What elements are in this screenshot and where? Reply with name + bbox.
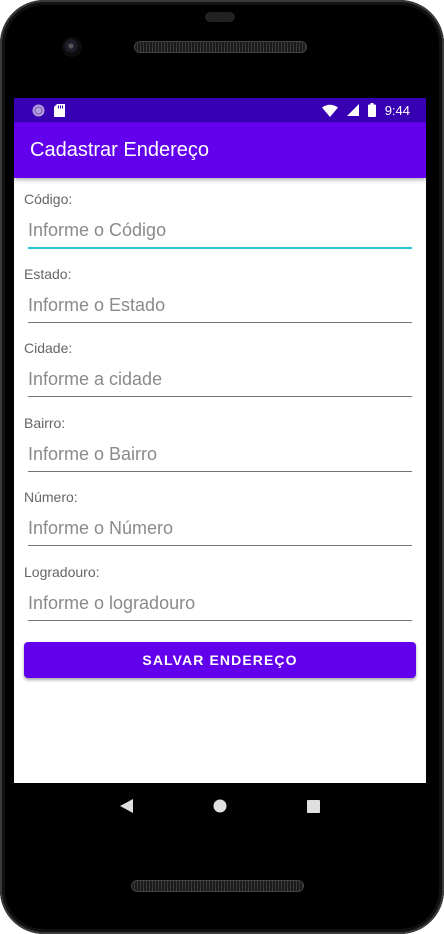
- top-speaker-grille: [134, 41, 307, 53]
- cidade-input[interactable]: [28, 365, 412, 397]
- page-title: Cadastrar Endereço: [30, 138, 209, 161]
- recents-icon[interactable]: [298, 791, 328, 821]
- field-estado: Estado:: [24, 266, 416, 341]
- status-time: 9:44: [384, 102, 410, 118]
- field-cidade: Cidade:: [24, 340, 416, 415]
- back-icon[interactable]: [112, 791, 142, 821]
- cidade-label: Cidade:: [24, 340, 73, 356]
- app-bar: Cadastrar Endereço: [14, 122, 426, 178]
- field-numero: Número:: [24, 489, 416, 564]
- address-form: Código: Estado: Cidade: Bairro: Número: …: [14, 178, 426, 678]
- earpiece-sensor: [205, 12, 235, 22]
- status-left-icons: [32, 103, 65, 117]
- bairro-label: Bairro:: [24, 414, 66, 431]
- radio-icon: [32, 104, 45, 117]
- bottom-speaker-grille: [131, 880, 304, 892]
- estado-input[interactable]: [28, 290, 412, 323]
- save-address-button[interactable]: SALVAR ENDEREÇO: [24, 642, 416, 678]
- signal-icon: [346, 104, 359, 116]
- battery-icon: [367, 103, 376, 117]
- device-screen: 9:44 Cadastrar Endereço Código: Estado: …: [14, 98, 426, 827]
- field-codigo: Código:: [24, 191, 416, 266]
- navigation-bar: [14, 783, 426, 829]
- numero-label: Número:: [24, 489, 78, 505]
- field-logradouro: Logradouro:: [24, 564, 416, 639]
- wifi-icon: [321, 104, 338, 117]
- numero-input[interactable]: [28, 514, 412, 546]
- codigo-input[interactable]: [28, 216, 412, 249]
- phone-frame: 9:44 Cadastrar Endereço Código: Estado: …: [0, 0, 444, 934]
- codigo-label: Código:: [24, 191, 73, 207]
- bairro-input[interactable]: [28, 439, 412, 472]
- home-icon[interactable]: [205, 791, 235, 821]
- sd-card-icon: [54, 103, 65, 117]
- logradouro-label: Logradouro:: [24, 563, 100, 580]
- logradouro-input[interactable]: [28, 588, 412, 621]
- front-camera: [62, 37, 82, 57]
- status-right-icons: 9:44: [321, 102, 410, 118]
- status-bar: 9:44: [14, 98, 426, 122]
- field-bairro: Bairro:: [24, 415, 416, 490]
- estado-label: Estado:: [24, 265, 72, 282]
